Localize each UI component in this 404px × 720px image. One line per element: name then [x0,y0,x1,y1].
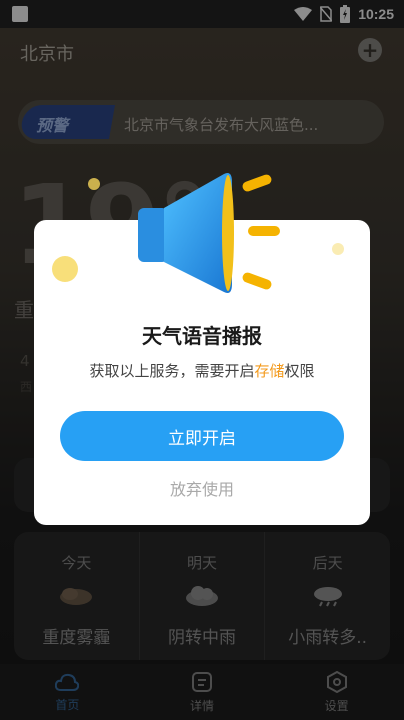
give-up-button[interactable]: 放弃使用 [34,476,370,500]
dialog-message: 获取以上服务，需要开启存储权限 [34,360,370,381]
decor-circle [332,243,344,255]
message-text-end: 权限 [284,362,315,380]
decor-dot [88,178,100,190]
message-highlight: 存储 [254,362,285,380]
megaphone-icon [138,173,280,293]
dialog-title: 天气语音播报 [142,324,262,348]
enable-now-button[interactable]: 立即开启 [60,411,344,461]
message-text: 获取以上服务，需要开启 [89,362,255,380]
decor-circle [52,256,78,282]
